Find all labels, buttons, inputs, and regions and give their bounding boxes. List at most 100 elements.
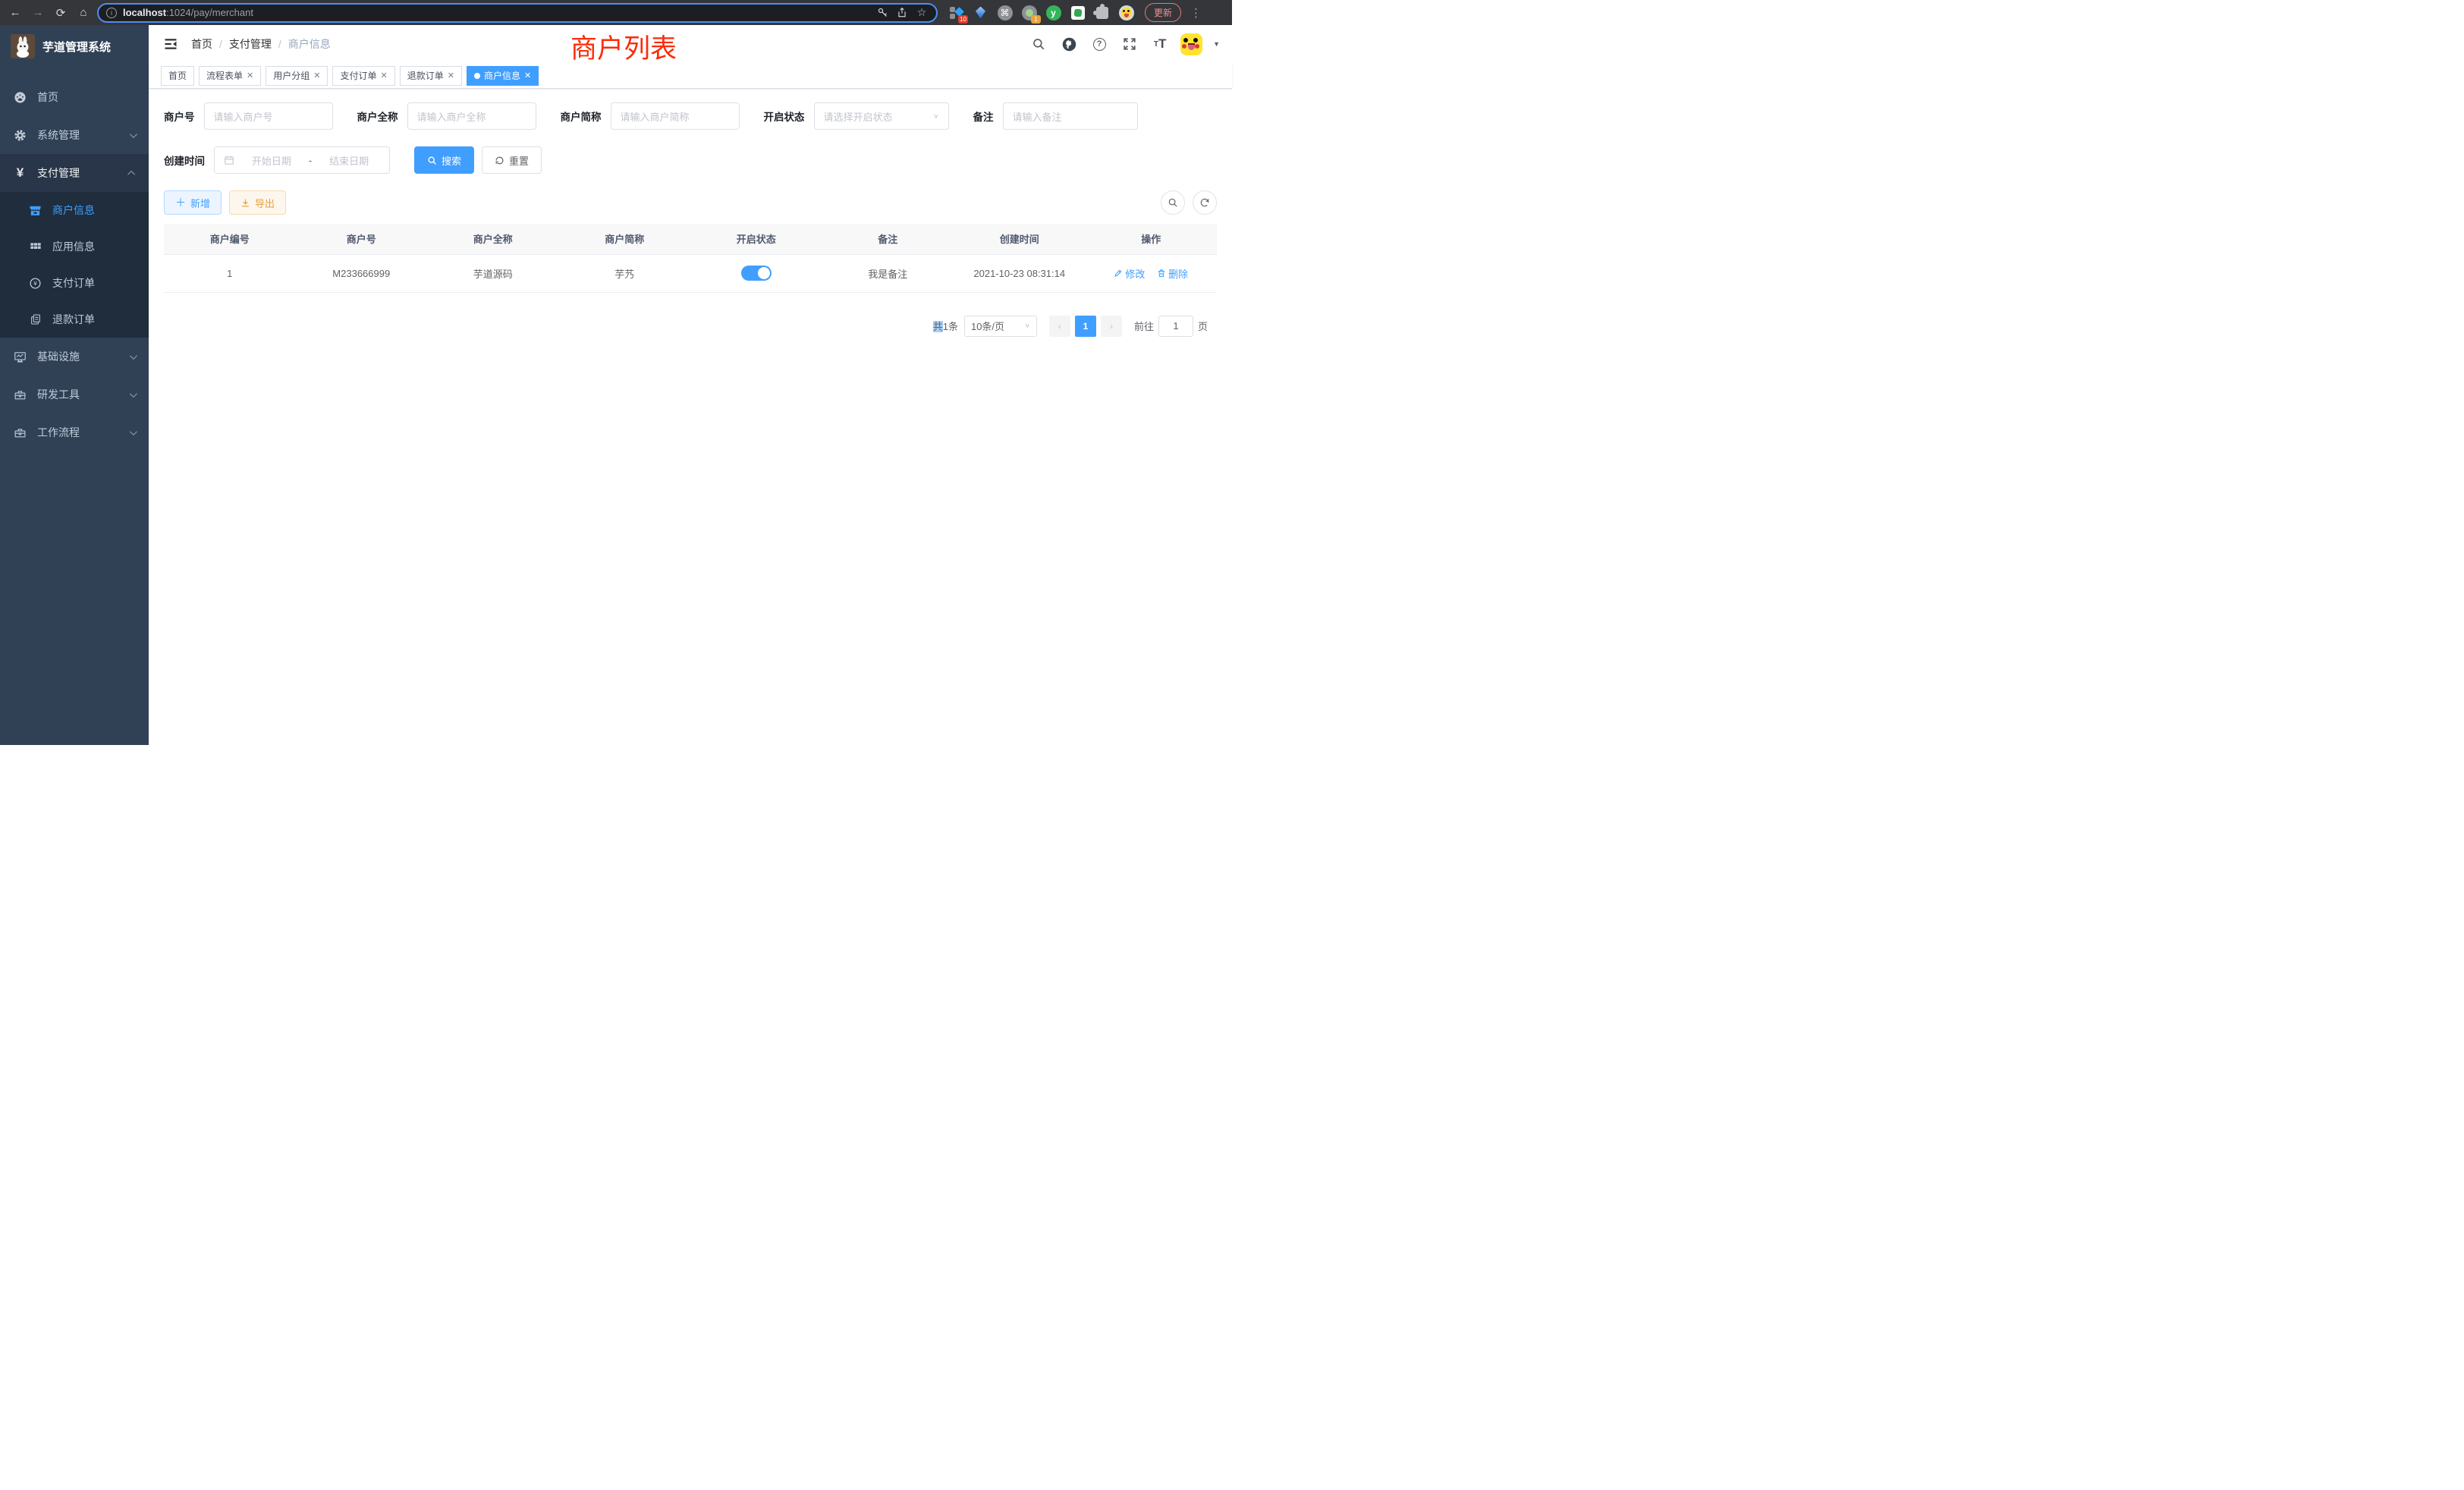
refresh-table-button[interactable] (1193, 190, 1217, 215)
close-icon[interactable]: ✕ (313, 71, 320, 80)
sidebar-item-label: 支付订单 (52, 275, 95, 291)
sidebar-collapse-icon[interactable] (161, 34, 181, 54)
search-button[interactable]: 搜索 (414, 146, 474, 174)
sidebar-item-dev-tools[interactable]: 研发工具 (0, 376, 149, 413)
forward-icon[interactable]: → (29, 4, 47, 22)
password-key-icon[interactable] (875, 6, 889, 20)
sidebar-item-pay-order[interactable]: ¥ 支付订单 (0, 265, 149, 301)
font-size-icon[interactable]: TT (1150, 34, 1170, 54)
status-label: 开启状态 (764, 108, 805, 124)
breadcrumb-home[interactable]: 首页 (191, 36, 212, 52)
url-text[interactable]: localhost:1024/pay/merchant (123, 7, 253, 18)
export-button[interactable]: 导出 (229, 190, 286, 215)
search-icon (427, 156, 437, 165)
delete-link[interactable]: 删除 (1157, 266, 1188, 281)
extension-y-icon[interactable]: y (1045, 5, 1061, 20)
page-size-select[interactable]: 10条/页 ∨ (964, 316, 1037, 337)
col-merchant-id: 商户编号 (164, 224, 296, 254)
extension-recorder-icon[interactable]: 1 (1021, 5, 1037, 20)
fullscreen-icon[interactable] (1120, 34, 1139, 54)
red-annotation-text: 商户列表 (570, 27, 677, 66)
reset-button[interactable]: 重置 (482, 146, 542, 174)
toggle-search-button[interactable] (1161, 190, 1185, 215)
reload-icon[interactable]: ⟳ (52, 4, 70, 22)
pay-submenu: 商户信息 应用信息 ¥ 支付订单 (0, 192, 149, 338)
page-1-button[interactable]: 1 (1075, 316, 1096, 337)
short-name-input[interactable]: 请输入商户简称 (611, 102, 740, 130)
tag-user-group[interactable]: 用户分组✕ (266, 66, 328, 86)
chrome-update-button[interactable]: 更新 (1145, 3, 1181, 22)
extension-devtools-icon[interactable]: 10 (948, 5, 964, 20)
sidebar-item-refund-order[interactable]: 退款订单 (0, 301, 149, 338)
chevron-up-icon (127, 170, 135, 178)
home-icon[interactable]: ⌂ (74, 4, 93, 22)
sidebar-item-pay[interactable]: ¥ 支付管理 (0, 154, 149, 192)
profile-emoji-icon[interactable] (1118, 5, 1134, 20)
search-icon (1168, 197, 1178, 208)
site-info-icon[interactable]: i (106, 8, 117, 18)
breadcrumb-pay[interactable]: 支付管理 (229, 36, 272, 52)
logo-row[interactable]: 芋道管理系统 (0, 25, 149, 68)
date-range-picker[interactable]: 开始日期 - 结束日期 (214, 146, 390, 174)
tag-home[interactable]: 首页 (161, 66, 194, 86)
extension-badge: 1 (1031, 15, 1041, 24)
delete-link-label: 删除 (1168, 266, 1188, 281)
add-button[interactable]: ＋ 新增 (164, 190, 222, 215)
next-page-button[interactable]: › (1101, 316, 1122, 337)
close-icon[interactable]: ✕ (448, 71, 454, 80)
sidebar-item-home[interactable]: 首页 (0, 78, 149, 116)
status-select[interactable]: 请选择开启状态 ∨ (814, 102, 949, 130)
merchant-no-input[interactable]: 请输入商户号 (204, 102, 333, 130)
tag-pay-order[interactable]: 支付订单 ✕ (332, 66, 394, 86)
tag-merchant-info[interactable]: 商户信息✕ (467, 66, 539, 86)
goto-label: 前往 (1134, 319, 1154, 333)
sidebar-item-infrastructure[interactable]: 基础设施 (0, 338, 149, 376)
share-icon[interactable] (895, 6, 909, 20)
tag-refund-order[interactable]: 退款订单✕ (400, 66, 462, 86)
full-name-input[interactable]: 请输入商户全称 (407, 102, 536, 130)
status-toggle[interactable] (741, 266, 772, 281)
total-text: 共1条 (933, 319, 958, 333)
sidebar-item-app-info[interactable]: 应用信息 (0, 228, 149, 265)
refresh-icon (1199, 197, 1210, 208)
chrome-menu-icon[interactable]: ⋮ (1186, 6, 1206, 20)
goto-page-input[interactable] (1158, 316, 1193, 337)
close-icon[interactable]: ✕ (381, 71, 388, 80)
close-icon[interactable]: ✕ (524, 71, 531, 80)
extensions-puzzle-icon[interactable] (1094, 5, 1110, 20)
breadcrumb-current: 商户信息 (288, 36, 331, 52)
app-topbar: 首页 / 支付管理 / 商户信息 ? TT ▼ (149, 25, 1232, 63)
monitor-chart-icon (14, 350, 27, 363)
table-header-row: 商户编号 商户号 商户全称 商户简称 开启状态 备注 创建时间 操作 (164, 224, 1217, 254)
bookmark-star-icon[interactable]: ☆ (915, 6, 929, 20)
extension-command-icon[interactable]: ⌘ (997, 5, 1013, 20)
avatar[interactable] (1180, 33, 1202, 55)
url-bar[interactable]: i localhost:1024/pay/merchant ☆ (97, 3, 938, 23)
remark-input[interactable]: 请输入备注 (1003, 102, 1138, 130)
search-button-label: 搜索 (442, 153, 461, 168)
calendar-icon (224, 155, 234, 165)
github-icon[interactable] (1059, 34, 1079, 54)
prev-page-button[interactable]: ‹ (1049, 316, 1070, 337)
search-icon[interactable] (1029, 34, 1048, 54)
total-prefix: 共 (933, 321, 943, 332)
total-suffix: 条 (948, 321, 958, 332)
tag-process-form[interactable]: 流程表单✕ (199, 66, 261, 86)
sidebar-item-label: 退款订单 (52, 312, 95, 327)
sidebar-item-workflow[interactable]: 工作流程 (0, 413, 149, 451)
extension-kite-icon[interactable] (973, 5, 988, 20)
tag-label: 支付订单 (340, 69, 376, 82)
extension-green-doc-icon[interactable] (1070, 5, 1086, 20)
sidebar-item-system[interactable]: 系统管理 (0, 116, 149, 154)
export-button-label: 导出 (255, 196, 275, 210)
chevron-down-icon[interactable]: ▼ (1213, 40, 1220, 48)
cell-merchant-no: M233666999 (296, 254, 428, 292)
browser-chrome: ← → ⟳ ⌂ i localhost:1024/pay/merchant ☆ … (0, 0, 1232, 25)
edit-link[interactable]: 修改 (1114, 266, 1145, 281)
close-icon[interactable]: ✕ (247, 71, 253, 80)
cell-merchant-id: 1 (164, 254, 296, 292)
sidebar-item-label: 首页 (37, 90, 135, 105)
help-icon[interactable]: ? (1089, 34, 1109, 54)
sidebar-item-merchant-info[interactable]: 商户信息 (0, 192, 149, 228)
back-icon[interactable]: ← (6, 4, 24, 22)
